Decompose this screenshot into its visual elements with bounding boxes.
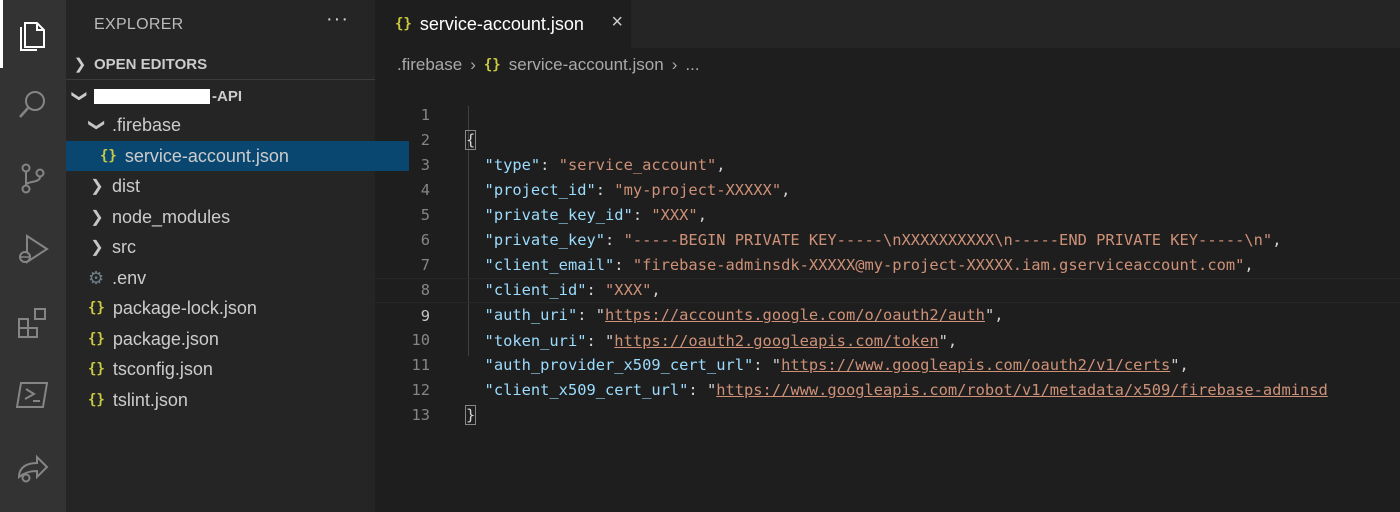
- code-line: 11 "client_x509_cert_url": "https://www.…: [375, 328, 1400, 399]
- terminal-icon: [15, 382, 49, 408]
- search-icon: [19, 91, 45, 118]
- tree-item-label: tsconfig.json: [112, 358, 213, 379]
- json-file-icon: {}: [88, 300, 105, 316]
- tree-item-firebase-folder[interactable]: ❯ .firebase: [66, 110, 397, 140]
- tree-item-node-modules-folder[interactable]: ❯ node_modules: [66, 202, 397, 232]
- tree-item-package-json[interactable]: {} package.json: [66, 324, 397, 354]
- terminal-activity-button[interactable]: [0, 360, 66, 430]
- json-file-icon: {}: [88, 392, 105, 408]
- code-line: 5 "private_key": "-----BEGIN PRIVATE KEY…: [375, 178, 1400, 249]
- chevron-right-icon: ❯: [73, 56, 87, 73]
- chevron-down-icon: ❯: [71, 89, 88, 103]
- project-name-suffix: -API: [212, 87, 242, 105]
- tab-label: service-account.json: [419, 13, 584, 34]
- activity-bar: [0, 0, 66, 512]
- json-file-icon: {}: [88, 361, 105, 377]
- chevron-down-icon: ❯: [88, 118, 105, 132]
- close-icon[interactable]: ×: [611, 11, 623, 34]
- code-line: 3 "project_id": "my-project-XXXXX",: [375, 128, 1400, 199]
- live-share-icon: [17, 454, 49, 483]
- tab-service-account-json[interactable]: {} service-account.json ×: [375, 0, 631, 48]
- extensions-icon: [18, 308, 46, 338]
- tree-item-label: dist: [112, 175, 141, 196]
- tree-item-label: .env: [112, 267, 147, 288]
- chevron-right-icon: ›: [671, 55, 678, 74]
- tree-item-label: package.json: [112, 328, 219, 349]
- json-file-icon: {}: [88, 331, 105, 347]
- tree-item-src-folder[interactable]: ❯ src: [66, 232, 397, 262]
- line-text: }: [464, 403, 477, 428]
- tree-item-label: package-lock.json: [112, 297, 257, 318]
- live-share-activity-button[interactable]: [0, 432, 66, 502]
- more-actions-button[interactable]: ···: [326, 8, 349, 31]
- source-control-activity-button[interactable]: [0, 143, 66, 213]
- tree-item-dist-folder[interactable]: ❯ dist: [66, 171, 397, 201]
- tree-item-env-file[interactable]: ⚙ .env: [66, 263, 397, 293]
- code-line: 2 "type": "service_account",: [375, 103, 1400, 174]
- code-line: 1 {: [375, 78, 1400, 150]
- json-file-icon: {}: [395, 16, 412, 32]
- tree-item-tsconfig-json[interactable]: {} tsconfig.json: [66, 354, 397, 384]
- explorer-sidebar: EXPLORER ··· ❯ OPEN EDITORS ❯ -API ❯ .fi…: [66, 0, 409, 512]
- extensions-activity-button[interactable]: [0, 288, 66, 358]
- run-debug-activity-button[interactable]: [0, 214, 66, 284]
- json-file-icon: {}: [100, 148, 117, 164]
- files-icon: [20, 22, 45, 51]
- project-folder-section[interactable]: ❯ -API: [66, 81, 375, 111]
- chevron-right-icon: ›: [470, 55, 476, 74]
- source-control-icon: [21, 163, 45, 194]
- redacted-project-name: [94, 88, 210, 104]
- code-line-current: 9 "token_uri": "https://oauth2.googleapi…: [375, 278, 1400, 350]
- close-brace: }: [464, 405, 477, 425]
- open-editors-label: OPEN EDITORS: [94, 55, 208, 73]
- tree-item-service-account-json[interactable]: {} service-account.json: [66, 141, 409, 171]
- code-line: 6 "client_email": "firebase-adminsdk-XXX…: [375, 203, 1400, 274]
- code-line: 10 "auth_provider_x509_cert_url": "https…: [375, 303, 1400, 374]
- chevron-right-icon: ❯: [90, 178, 104, 195]
- code-line: 13: [375, 378, 1400, 424]
- tree-item-package-lock-json[interactable]: {} package-lock.json: [66, 293, 397, 323]
- tree-item-label: tslint.json: [112, 389, 188, 410]
- tree-item-label: service-account.json: [124, 145, 289, 166]
- breadcrumb-file[interactable]: service-account.json: [509, 55, 664, 75]
- code-line: 4 "private_key_id": "XXX",: [375, 153, 1400, 224]
- tree-item-tslint-json[interactable]: {} tslint.json: [66, 385, 397, 415]
- run-debug-icon: [19, 234, 49, 264]
- tree-item-label: src: [112, 236, 136, 257]
- chevron-right-icon: ❯: [90, 239, 104, 256]
- json-file-icon: {}: [483, 57, 501, 73]
- code-editor[interactable]: 1 { 2 "type": "service_account", 3 "proj…: [375, 78, 1400, 512]
- tree-item-label: .firebase: [112, 114, 182, 135]
- breadcrumb-folder[interactable]: .firebase: [397, 55, 462, 75]
- explorer-title: EXPLORER: [94, 16, 184, 33]
- explorer-activity-button[interactable]: [0, 0, 66, 70]
- breadcrumb-more[interactable]: ...: [685, 55, 699, 75]
- chevron-right-icon: ❯: [90, 209, 104, 226]
- code-line: 8 "auth_uri": "https://accounts.google.c…: [375, 253, 1400, 324]
- editor-tab-bar: {} service-account.json ×: [375, 0, 1400, 48]
- breadcrumb: .firebase › {} service-account.json › ..…: [397, 53, 700, 77]
- code-line: 7 "client_id": "XXX",: [375, 228, 1400, 299]
- tree-item-label: node_modules: [112, 206, 231, 227]
- search-activity-button[interactable]: [0, 70, 66, 140]
- line-number: 13: [411, 406, 430, 424]
- gear-icon: ⚙: [88, 267, 105, 288]
- open-editors-section[interactable]: ❯ OPEN EDITORS: [66, 49, 375, 79]
- code-line: 12 }: [375, 353, 1400, 425]
- section-divider: [66, 79, 375, 80]
